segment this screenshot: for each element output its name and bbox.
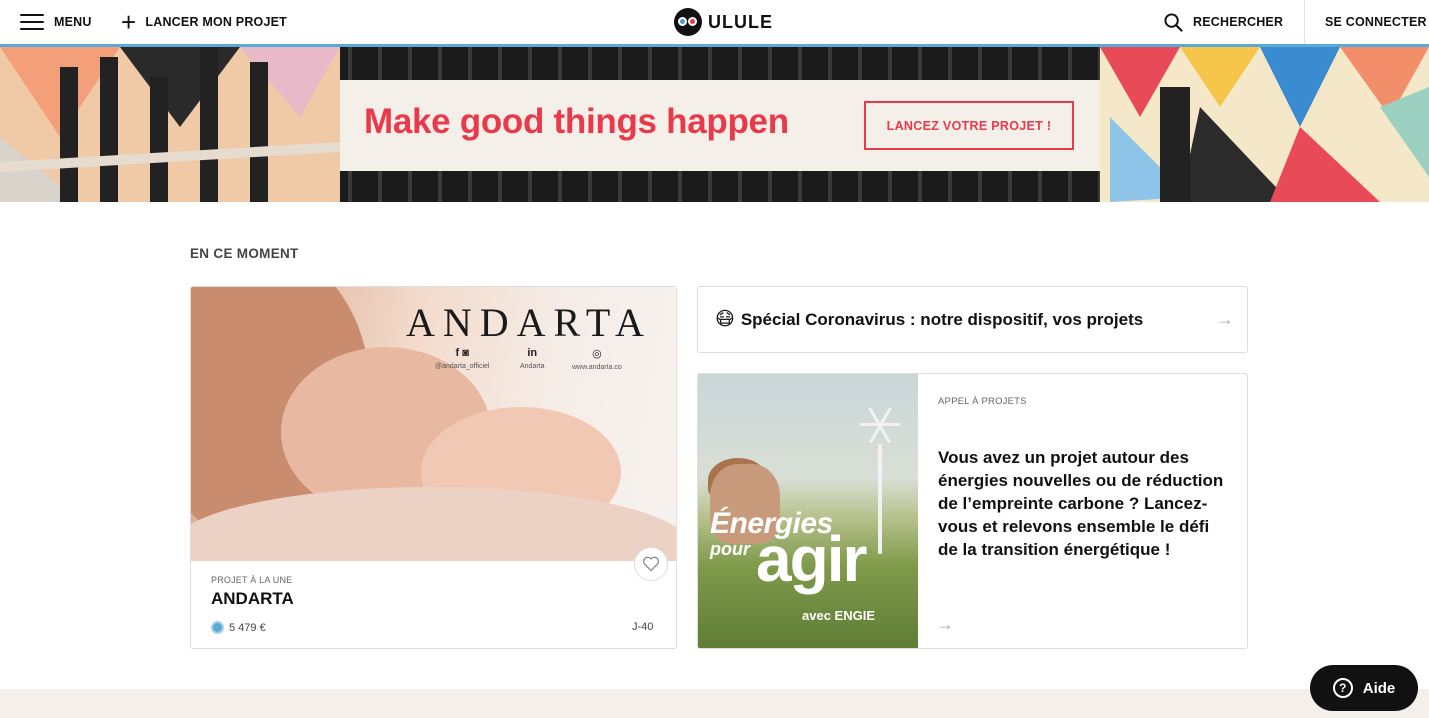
hero-banner: Make good things happen LANCEZ VOTRE PRO…	[0, 47, 1429, 202]
hero-title: Make good things happen	[364, 102, 789, 141]
heart-icon	[642, 556, 660, 572]
hero-callout: Make good things happen LANCEZ VOTRE PRO…	[340, 80, 1100, 171]
social-linkedin: in Andarta	[520, 347, 545, 370]
featured-project-name: ANDARTA	[211, 589, 294, 608]
search-label: RECHERCHER	[1193, 15, 1284, 29]
featured-kicker: PROJET À LA UNE	[211, 575, 293, 585]
menu-button[interactable]: MENU	[20, 0, 92, 44]
launch-project-label: LANCER MON PROJET	[145, 15, 287, 29]
arrow-right-icon: →	[936, 614, 954, 634]
favorite-button[interactable]	[634, 547, 668, 581]
search-button[interactable]: RECHERCHER	[1164, 0, 1283, 44]
plus-icon: +	[121, 7, 137, 37]
search-icon	[1164, 12, 1183, 32]
login-button[interactable]: SE CONNECTER	[1304, 0, 1427, 44]
social-website: ◎ www.andarta.co	[572, 348, 622, 371]
mask-emoji-icon: 😷	[715, 309, 735, 330]
globe-icon: ◎	[592, 348, 602, 360]
featured-project-card[interactable]: ANDARTA f ◙ @andarta_officiel in Andarta…	[190, 286, 677, 649]
help-button[interactable]: ? Aide	[1310, 665, 1418, 711]
call-for-projects-text: Vous avez un projet autour des énergies …	[938, 448, 1224, 559]
section-title: EN CE MOMENT	[190, 246, 299, 261]
coronavirus-special-card[interactable]: 😷 Spécial Coronavirus : notre dispositif…	[697, 286, 1248, 353]
funding-amount: 5 479 €	[211, 621, 266, 634]
social-facebook: f ◙ @andarta_officiel	[435, 347, 490, 370]
menu-label: MENU	[54, 15, 92, 29]
question-icon: ?	[1332, 678, 1353, 698]
featured-project-image: ANDARTA f ◙ @andarta_officiel in Andarta…	[191, 287, 676, 561]
launch-your-project-button[interactable]: LANCEZ VOTRE PROJET !	[864, 101, 1074, 150]
next-section-strip	[0, 689, 1429, 718]
coronavirus-card-text: Spécial Coronavirus : notre dispositif, …	[740, 309, 1144, 329]
ulule-logo[interactable]: ULULE	[674, 0, 773, 44]
owl-mascot-icon	[674, 8, 702, 36]
energies-pour-agir-image: Énergies pour agir avec ENGIE	[698, 374, 918, 648]
call-for-projects-kicker: APPEL À PROJETS	[938, 396, 1027, 407]
brand-wordmark: ANDARTA	[406, 300, 652, 345]
linkedin-icon: in	[527, 347, 538, 359]
call-for-projects-card[interactable]: Énergies pour agir avec ENGIE APPEL À PR…	[697, 373, 1248, 649]
logo-text: ULULE	[708, 11, 773, 32]
top-navbar: MENU + LANCER MON PROJET ULULE RECHERCHE…	[0, 0, 1429, 47]
funding-progress-icon	[211, 621, 224, 634]
arrow-right-icon: →	[1216, 309, 1234, 329]
login-label: SE CONNECTER	[1325, 15, 1427, 29]
help-label: Aide	[1362, 679, 1396, 697]
facebook-instagram-icon: f ◙	[455, 347, 469, 359]
days-left: J-40	[632, 621, 654, 633]
launch-project-button[interactable]: + LANCER MON PROJET	[121, 0, 287, 44]
hamburger-icon	[20, 13, 44, 31]
